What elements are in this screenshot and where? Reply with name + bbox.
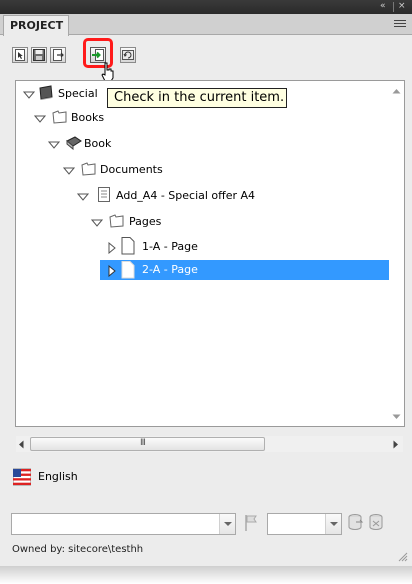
expand-toggle-icon[interactable]	[106, 265, 118, 277]
document-lines-icon	[98, 187, 110, 202]
state-combo[interactable]	[267, 513, 342, 535]
tree-vertical-scrollbar[interactable]	[390, 81, 402, 424]
document-select-icon	[15, 49, 25, 61]
refresh-icon	[122, 50, 134, 60]
collapse-toggle-icon[interactable]	[91, 217, 103, 229]
database-delete-icon[interactable]	[367, 513, 385, 531]
tab-project-label: PROJECT	[10, 19, 64, 32]
horizontal-scroll-thumb[interactable]	[30, 437, 265, 451]
scroll-right-icon[interactable]	[393, 440, 399, 449]
tree-item-1a-page[interactable]: 1-A - Page	[142, 237, 198, 257]
flag-workflow-icon[interactable]	[243, 514, 259, 532]
save-button[interactable]	[31, 47, 47, 63]
check-out-button[interactable]	[50, 47, 66, 63]
collapse-icon[interactable]: «	[380, 1, 387, 11]
folder-icon	[52, 110, 67, 124]
scroll-grip-icon: III	[140, 438, 146, 448]
tree-item-documents[interactable]: Documents	[100, 160, 163, 180]
database-icon[interactable]	[346, 513, 364, 531]
check-out-icon	[53, 49, 64, 61]
title-separator	[393, 2, 394, 12]
collapse-toggle-icon[interactable]	[34, 113, 46, 125]
tree-item-books[interactable]: Books	[71, 108, 104, 128]
chevron-down-icon[interactable]	[219, 514, 235, 534]
tree-item-2a-page[interactable]: 2-A - Page	[142, 260, 198, 280]
expand-toggle-icon[interactable]	[106, 242, 118, 254]
scroll-down-icon[interactable]	[392, 414, 401, 420]
page-icon	[121, 261, 135, 279]
scroll-left-icon[interactable]	[18, 440, 24, 449]
panel-menu-icon[interactable]	[394, 18, 406, 28]
owner-label: Owned by: sitecore\testhh	[12, 544, 144, 555]
hand-cursor-icon	[101, 62, 114, 82]
page-icon	[121, 237, 135, 255]
tooltip: Check in the current item.	[107, 88, 287, 108]
project-tree[interactable]	[15, 80, 405, 427]
collapse-toggle-icon[interactable]	[77, 191, 89, 203]
refresh-button[interactable]	[120, 47, 136, 63]
tree-item-special[interactable]: Special	[58, 84, 98, 104]
tooltip-text: Check in the current item.	[114, 90, 285, 105]
book-icon	[66, 136, 82, 151]
book-dark-icon	[39, 85, 53, 100]
close-icon[interactable]: ×	[398, 1, 407, 11]
collapse-toggle-icon[interactable]	[63, 165, 75, 177]
version-combo[interactable]	[11, 513, 236, 535]
folder-icon	[109, 214, 124, 228]
window-title-bar: « ×	[0, 0, 412, 14]
us-flag-icon[interactable]	[13, 468, 31, 486]
select-document-button[interactable]	[12, 47, 28, 63]
chevron-down-icon[interactable]	[325, 514, 341, 534]
tree-item-book[interactable]: Book	[84, 134, 111, 154]
resize-grip-icon[interactable]	[398, 552, 408, 562]
save-icon	[33, 49, 45, 61]
panel-bottom-shadow	[0, 566, 412, 584]
tree-item-pages[interactable]: Pages	[129, 212, 161, 232]
folder-icon	[81, 162, 96, 176]
tree-item-add-a4[interactable]: Add_A4 - Special offer A4	[116, 186, 255, 206]
collapse-toggle-icon[interactable]	[48, 139, 60, 151]
scroll-up-icon[interactable]	[392, 88, 401, 94]
language-label[interactable]: English	[38, 470, 78, 483]
tab-project[interactable]: PROJECT	[3, 15, 69, 36]
collapse-toggle-icon[interactable]	[23, 89, 35, 101]
